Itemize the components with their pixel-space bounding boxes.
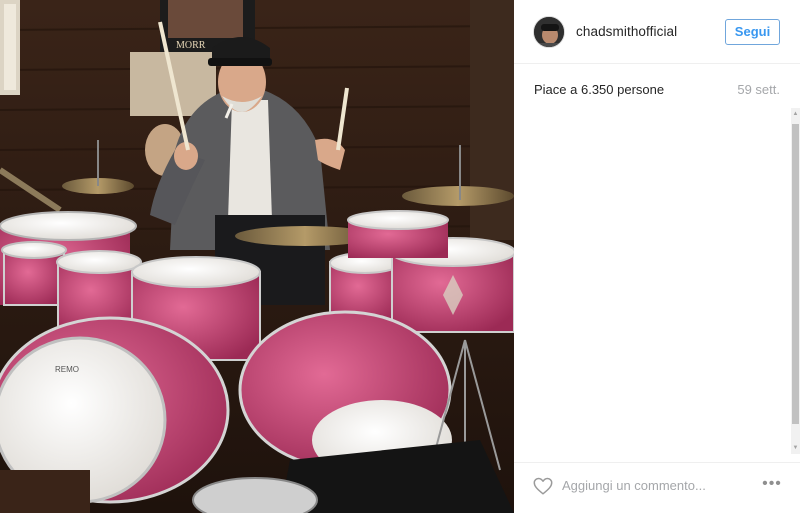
scroll-down-arrow-icon[interactable]: ▼ xyxy=(791,442,800,454)
comments-scrollbar[interactable]: ▲ ▼ xyxy=(791,108,800,454)
username-link[interactable]: chadsmithofficial xyxy=(576,24,677,39)
scroll-thumb[interactable] xyxy=(792,124,799,424)
scroll-up-arrow-icon[interactable]: ▲ xyxy=(791,108,800,120)
avatar-photo-icon xyxy=(534,17,564,47)
post-photo[interactable]: MORR REMO xyxy=(0,0,514,513)
heart-outline-icon[interactable] xyxy=(532,475,554,497)
comment-bar: ••• xyxy=(514,462,800,513)
post-timestamp[interactable]: 59 sett. xyxy=(737,82,780,97)
poster-text: MORR xyxy=(176,40,206,51)
more-options-button[interactable]: ••• xyxy=(758,473,786,497)
user-avatar[interactable] xyxy=(533,16,565,48)
follow-button[interactable]: Segui xyxy=(725,19,780,45)
post-meta: Piace a 6.350 persone 59 sett. xyxy=(534,82,780,100)
post-sidebar: chadsmithofficial Segui Piace a 6.350 pe… xyxy=(514,0,800,513)
post-header: chadsmithofficial Segui xyxy=(514,0,800,64)
likes-count[interactable]: Piace a 6.350 persone xyxy=(534,82,664,97)
svg-text:REMO: REMO xyxy=(55,365,79,374)
comment-input[interactable] xyxy=(562,473,752,497)
